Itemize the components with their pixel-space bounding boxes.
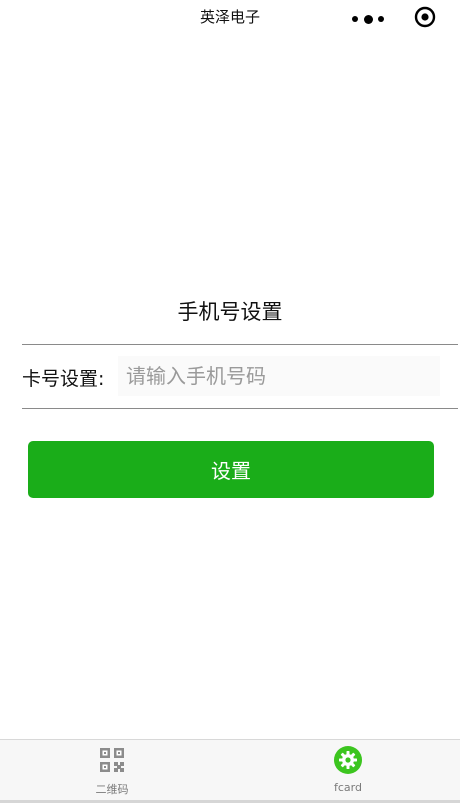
dot: [352, 16, 358, 22]
divider: [22, 408, 458, 409]
target-circle-icon[interactable]: [414, 6, 436, 28]
navigation-bar: 英泽电子: [0, 0, 460, 38]
tab-label: fcard: [334, 781, 362, 794]
qr-code-icon: [100, 748, 124, 772]
gear-icon: [334, 746, 362, 774]
tab-qr-code[interactable]: 二维码: [72, 740, 152, 800]
field-label: 卡号设置:: [22, 368, 105, 390]
divider: [22, 344, 458, 345]
page-title: 手机号设置: [177, 300, 283, 324]
dot: [378, 16, 384, 22]
dot: [363, 14, 373, 24]
more-dots-icon[interactable]: [352, 14, 384, 24]
set-button[interactable]: 设置: [28, 441, 434, 498]
tab-bar: 二维码 fcard: [0, 739, 460, 803]
tab-fcard[interactable]: fcard: [308, 740, 388, 800]
phone-form-row: 卡号设置:: [22, 356, 442, 396]
nav-title: 英泽电子: [199, 8, 260, 26]
phone-input[interactable]: [118, 356, 440, 396]
tab-label: 二维码: [95, 783, 129, 796]
